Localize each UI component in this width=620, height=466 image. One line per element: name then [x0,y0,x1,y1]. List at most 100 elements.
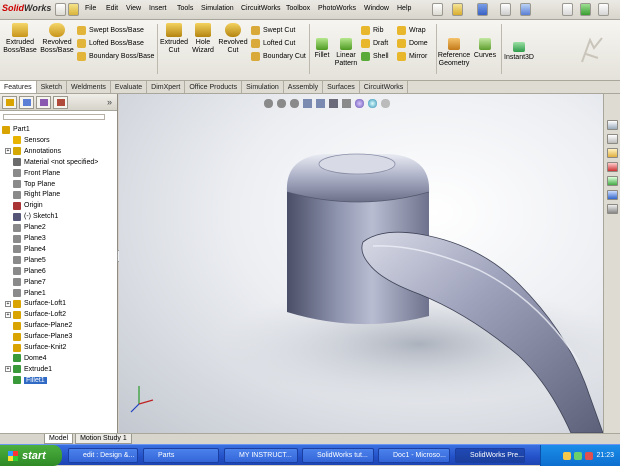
tree-item-origin[interactable]: Origin [0,200,118,211]
expand-icon[interactable]: + [5,148,11,155]
tree-item-right-plane[interactable]: Right Plane [0,189,118,200]
tree-filter-input[interactable] [3,114,105,120]
menu-toolbox[interactable]: Toolbox [286,5,310,12]
undo-icon[interactable] [520,3,531,16]
tree-item-plane5[interactable]: Plane5 [0,255,118,266]
tab-dimxpert[interactable]: DimXpert [147,81,186,93]
draft-button[interactable]: Draft [361,37,397,50]
print-icon[interactable] [500,3,511,16]
tab-office-products[interactable]: Office Products [185,81,243,93]
wrap-button[interactable]: Wrap [397,24,435,37]
custom-properties-icon[interactable] [607,204,618,214]
tree-item-plane7[interactable]: Plane7 [0,277,118,288]
task-button-4[interactable]: SolidWorks tut... [302,448,374,463]
appearances-icon[interactable] [607,190,618,200]
tree-item-plane1[interactable]: Plane1 [0,288,118,299]
extruded-cut-button[interactable]: Extruded Cut [160,23,188,55]
fillet-button[interactable]: Fillet [312,38,332,60]
swept-cut-button[interactable]: Swept Cut [251,24,307,37]
tab-evaluate[interactable]: Evaluate [111,81,148,93]
tab-assembly[interactable]: Assembly [284,81,324,93]
swept-boss-button[interactable]: Swept Boss/Base [77,24,157,37]
tray-icon-3[interactable] [585,451,594,460]
menu-edit[interactable]: Edit [106,5,118,12]
tree-item-surface-knit2[interactable]: Surface-Knit2 [0,342,118,353]
menu-photoworks[interactable]: PhotoWorks [318,5,356,12]
extruded-boss-button[interactable]: Extruded Boss/Base [3,23,37,55]
tree-item-material-not-specified[interactable]: Material <not specified> [0,157,118,168]
tab-model[interactable]: Model [44,434,74,444]
expand-icon[interactable]: + [5,311,11,318]
tray-icon-2[interactable] [574,451,583,460]
tree-item-front-plane[interactable]: Front Plane [0,168,118,179]
dimxpert-tab-icon[interactable] [53,95,68,109]
open-folder-icon[interactable] [68,3,79,16]
menu-tools[interactable]: Tools [177,5,193,12]
dome-button[interactable]: Dome [397,37,435,50]
tree-item-surface-plane3[interactable]: Surface-Plane3 [0,331,118,342]
lofted-boss-button[interactable]: Lofted Boss/Base [77,37,157,50]
model-3d[interactable] [119,94,603,433]
hole-wizard-button[interactable]: Hole Wizard [190,23,216,55]
menu-circuitworks[interactable]: CircuitWorks [241,5,281,12]
clock[interactable]: 21:23 [596,452,614,459]
boundary-boss-button[interactable]: Boundary Boss/Base [77,50,157,63]
tree-item-sensors[interactable]: Sensors [0,135,118,146]
open-icon[interactable] [452,3,463,16]
menu-simulation[interactable]: Simulation [201,5,234,12]
expand-icon[interactable]: + [5,366,11,373]
view-palette-icon[interactable] [607,176,618,186]
tree-item-part1[interactable]: Part1 [0,124,118,135]
app-logo[interactable]: SolidWorks [2,3,51,13]
design-library-icon[interactable] [607,134,618,144]
reference-geometry-button[interactable]: Reference Geometry [438,38,470,68]
linear-pattern-button[interactable]: Linear Pattern [334,38,358,68]
configuration-tab-icon[interactable] [36,95,51,109]
start-button[interactable]: start [0,445,62,466]
new-icon[interactable] [55,3,66,16]
task-button-6[interactable]: SolidWorks Pre... [455,448,525,463]
expand-panel-icon[interactable]: » [107,97,117,107]
rib-button[interactable]: Rib [361,24,397,37]
revolved-cut-button[interactable]: Revolved Cut [218,23,248,55]
new-document-icon[interactable] [432,3,443,16]
tree-item-plane2[interactable]: Plane2 [0,222,118,233]
curves-button[interactable]: Curves [472,38,498,60]
tree-item-plane3[interactable]: Plane3 [0,233,118,244]
property-manager-tab-icon[interactable] [19,95,34,109]
tab-circuitworks[interactable]: CircuitWorks [360,81,409,93]
tab-motion-study[interactable]: Motion Study 1 [75,434,132,444]
tree-item-surface-plane2[interactable]: Surface-Plane2 [0,320,118,331]
tree-item-annotations[interactable]: + Annotations [0,146,118,157]
expand-icon[interactable]: + [5,300,11,307]
resources-icon[interactable] [607,120,618,130]
boundary-cut-button[interactable]: Boundary Cut [251,50,307,63]
lofted-cut-button[interactable]: Lofted Cut [251,37,307,50]
task-button-1[interactable]: edit : Design &... [68,448,138,463]
tab-surfaces[interactable]: Surfaces [323,81,360,93]
tree-item-surface-loft2[interactable]: + Surface-Loft2 [0,309,118,320]
menu-help[interactable]: Help [397,5,411,12]
tray-icon-1[interactable] [563,451,572,460]
feature-tree-tab-icon[interactable] [2,95,17,109]
save-icon[interactable] [477,3,488,16]
menu-insert[interactable]: Insert [149,5,167,12]
tab-features[interactable]: Features [0,81,37,93]
menu-window[interactable]: Window [364,5,389,12]
select-icon[interactable] [562,3,573,16]
tab-weldments[interactable]: Weldments [67,81,111,93]
options-icon[interactable] [598,3,609,16]
tab-sketch[interactable]: Sketch [37,81,68,93]
instant3d-button[interactable]: Instant3D [503,42,535,62]
search-icon[interactable] [607,162,618,172]
task-button-3[interactable]: MY INSTRUCT... [224,448,298,463]
tree-item-sketch1[interactable]: (-) Sketch1 [0,211,118,222]
menu-file[interactable]: File [85,5,96,12]
tab-simulation[interactable]: Simulation [242,81,284,93]
file-explorer-icon[interactable] [607,148,618,158]
rebuild-icon[interactable] [580,3,591,16]
revolved-boss-button[interactable]: Revolved Boss/Base [40,23,74,55]
tree-item-surface-loft1[interactable]: + Surface-Loft1 [0,298,118,309]
mirror-button[interactable]: Mirror [397,50,435,63]
tree-item-plane4[interactable]: Plane4 [0,244,118,255]
